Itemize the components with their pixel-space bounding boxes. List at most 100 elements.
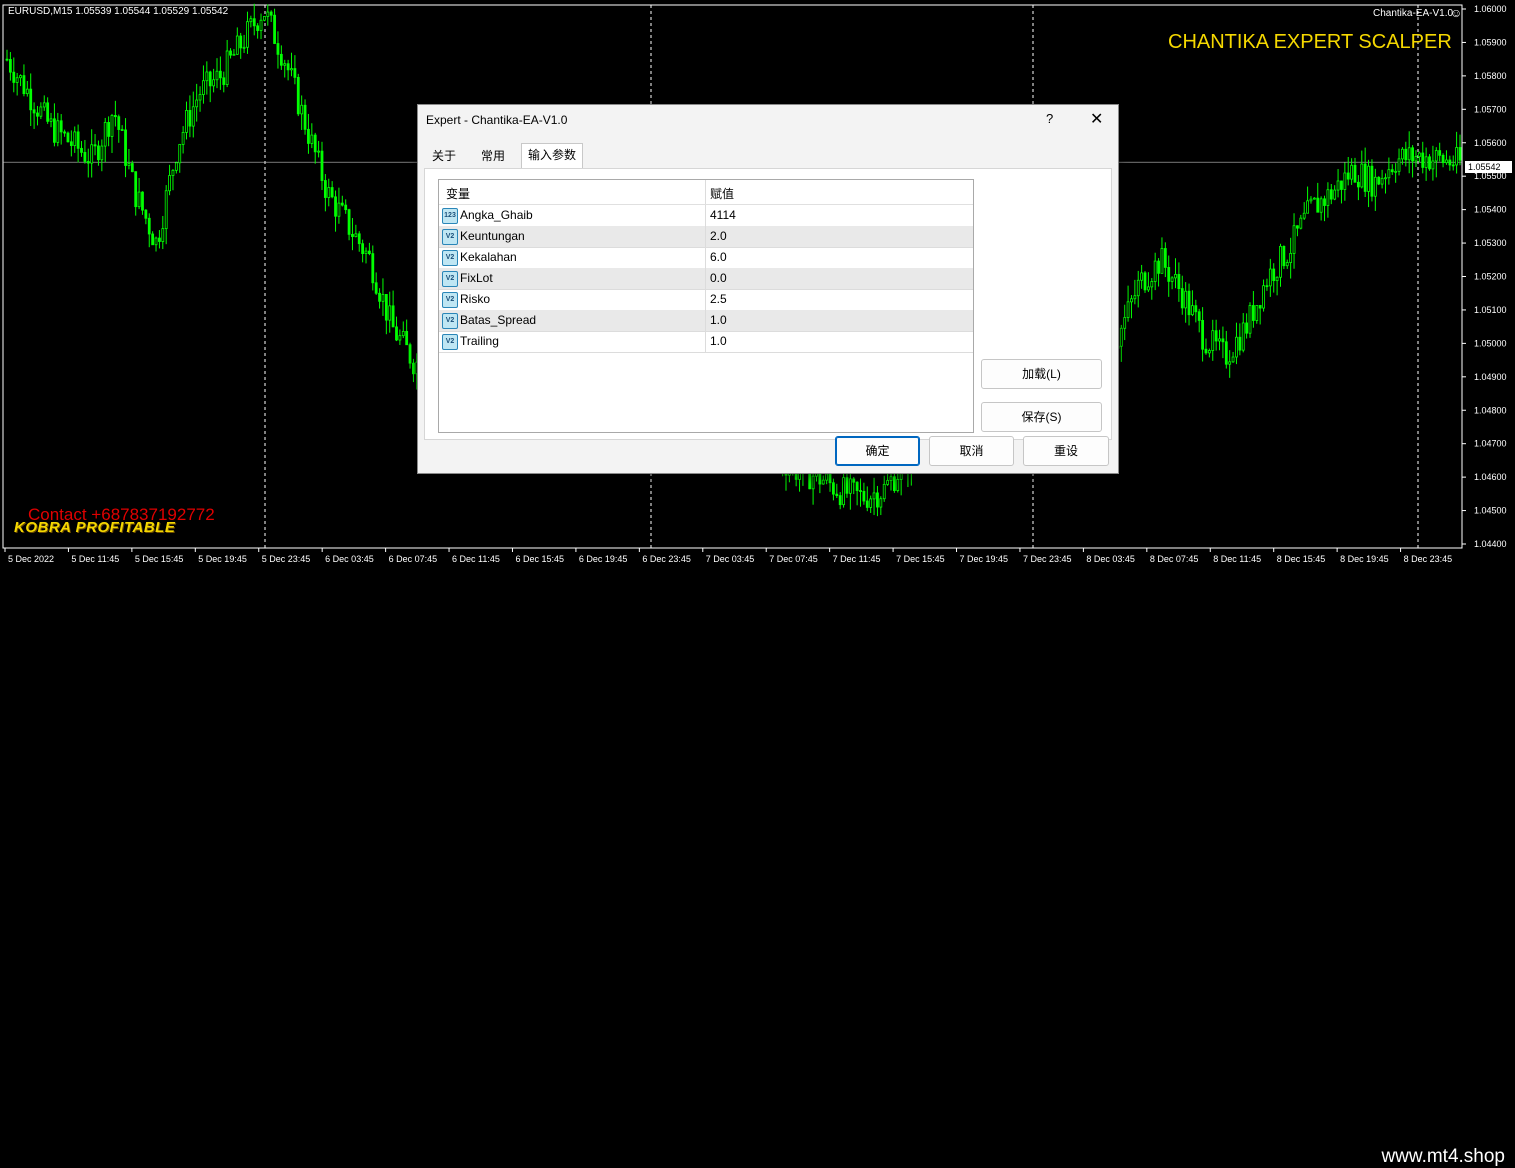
price-tick-label: 1.05600: [1474, 138, 1507, 148]
param-value[interactable]: 1.0: [710, 313, 727, 327]
candle-body: [53, 118, 56, 143]
column-header-variable[interactable]: 变量: [446, 185, 470, 202]
time-tick-label: 7 Dec 07:45: [769, 554, 818, 564]
expert-dialog: Expert - Chantika-EA-V1.0 ? ✕ 关于 常用 输入参数…: [417, 104, 1119, 474]
candle-body: [178, 144, 182, 164]
candle-body: [1397, 158, 1401, 172]
candle-body: [1126, 301, 1130, 318]
param-value[interactable]: 2.0: [710, 229, 727, 243]
candle-body: [127, 163, 131, 166]
candle-body: [5, 58, 9, 61]
candle-body: [1417, 152, 1421, 158]
candle-body: [825, 473, 829, 481]
candle-body: [1448, 159, 1452, 166]
dialog-title: Expert - Chantika-EA-V1.0: [426, 113, 568, 127]
time-tick-label: 7 Dec 11:45: [833, 554, 881, 564]
param-row[interactable]: V2 Keuntungan 2.0: [439, 226, 973, 248]
param-value[interactable]: 4114: [710, 208, 736, 222]
tab-inputs[interactable]: 输入参数: [521, 143, 584, 169]
candle-body: [1458, 147, 1462, 161]
candle-body: [876, 492, 879, 508]
param-value[interactable]: 6.0: [710, 250, 727, 264]
param-row[interactable]: V2 Risko 2.5: [439, 289, 973, 311]
param-name: Risko: [460, 292, 491, 306]
candle-body: [222, 77, 226, 85]
tab-common[interactable]: 常用: [475, 145, 511, 167]
candle-body: [29, 88, 33, 111]
candle-body: [208, 71, 212, 87]
candle-body: [1302, 212, 1306, 219]
candle-body: [1258, 305, 1262, 309]
candle-body: [242, 46, 246, 49]
candle-body: [1312, 197, 1316, 200]
candle-body: [1434, 150, 1438, 162]
candle-body: [368, 250, 371, 255]
candle-body: [110, 115, 114, 137]
candle-body: [1336, 180, 1340, 191]
candle-body: [93, 144, 97, 147]
time-tick-label: 7 Dec 23:45: [1023, 554, 1072, 564]
candle-body: [1143, 272, 1147, 291]
candle-body: [1380, 177, 1384, 185]
tab-about[interactable]: 关于: [426, 145, 462, 167]
param-type-icon: V2: [442, 229, 458, 245]
candle-body: [276, 43, 280, 55]
param-row[interactable]: 123 Angka_Ghaib 4114: [439, 205, 973, 227]
candle-body: [1150, 281, 1154, 288]
help-button[interactable]: ?: [1046, 111, 1053, 126]
candle-body: [191, 106, 195, 127]
param-value[interactable]: 1.0: [710, 334, 727, 348]
candle-body: [46, 102, 50, 122]
candle-body: [1340, 180, 1343, 190]
candle-body: [1133, 295, 1137, 300]
candle-body: [1130, 298, 1133, 303]
candle-body: [405, 330, 409, 346]
ok-button[interactable]: 确定: [835, 436, 920, 466]
candle-body: [351, 233, 354, 237]
smiley-icon[interactable]: ☺: [1450, 6, 1462, 20]
candle-body: [838, 495, 842, 506]
param-value[interactable]: 0.0: [710, 271, 727, 285]
candle-body: [266, 11, 270, 17]
candle-body: [1326, 189, 1330, 206]
candle-body: [1316, 197, 1320, 213]
save-button[interactable]: 保存(S): [981, 402, 1102, 432]
candle-body: [323, 180, 327, 198]
table-header: 变量 赋值: [439, 180, 973, 205]
candle-body: [1174, 274, 1177, 279]
candle-body: [202, 80, 205, 95]
candle-body: [1414, 156, 1418, 162]
param-value[interactable]: 2.5: [710, 292, 727, 306]
candle-body: [1136, 279, 1140, 297]
price-tick-label: 1.04900: [1474, 372, 1507, 382]
candle-body: [239, 35, 243, 49]
param-type-icon: V2: [442, 313, 458, 329]
param-row[interactable]: V2 Batas_Spread 1.0: [439, 310, 973, 332]
cancel-button[interactable]: 取消: [929, 436, 1014, 466]
reset-button[interactable]: 重设: [1023, 436, 1109, 466]
candle-body: [1163, 248, 1167, 268]
candle-body: [1248, 305, 1252, 334]
candle-body: [1387, 169, 1391, 179]
candle-body: [1394, 170, 1398, 173]
time-tick-label: 8 Dec 15:45: [1277, 554, 1326, 564]
param-row[interactable]: V2 Kekalahan 6.0: [439, 247, 973, 269]
candle-body: [76, 131, 80, 149]
column-header-value[interactable]: 赋值: [710, 185, 734, 202]
candle-body: [290, 68, 293, 71]
candle-body: [1191, 305, 1194, 316]
price-tick-label: 1.04500: [1474, 506, 1507, 516]
inputs-panel: 变量 赋值 123 Angka_Ghaib 4114 V2 Keuntungan 2.0 V…: [424, 168, 1112, 440]
load-button[interactable]: 加载(L): [981, 359, 1102, 389]
candle-body: [1282, 245, 1286, 267]
param-row[interactable]: V2 FixLot 0.0: [439, 268, 973, 290]
close-icon[interactable]: ✕: [1090, 109, 1103, 129]
candle-body: [181, 132, 185, 145]
time-tick-label: 5 Dec 2022: [8, 554, 54, 564]
candle-body: [1309, 198, 1313, 202]
candle-body: [859, 490, 862, 492]
candle-body: [300, 104, 304, 115]
candle-body: [215, 70, 219, 81]
param-row[interactable]: V2 Trailing 1.0: [439, 331, 973, 353]
candle-body: [1241, 322, 1245, 351]
